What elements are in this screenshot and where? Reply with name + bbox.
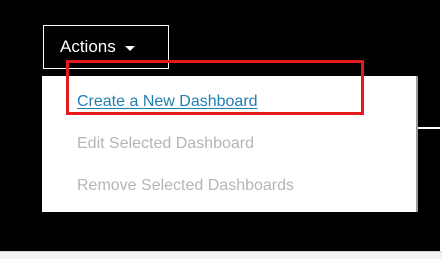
menu-item-create-dashboard[interactable]: Create a New Dashboard: [77, 93, 258, 111]
screenshot-canvas: Actions Create a New Dashboard Edit Sele…: [0, 0, 442, 259]
actions-button-label: Actions: [60, 37, 116, 56]
content-divider: [416, 127, 442, 129]
actions-dropdown-menu: Create a New Dashboard Edit Selected Das…: [42, 76, 418, 212]
menu-item-edit-dashboard: Edit Selected Dashboard: [77, 135, 254, 152]
menu-item-remove-dashboards: Remove Selected Dashboards: [77, 177, 295, 194]
actions-button[interactable]: Actions: [43, 25, 169, 69]
caret-down-icon: [124, 46, 135, 51]
